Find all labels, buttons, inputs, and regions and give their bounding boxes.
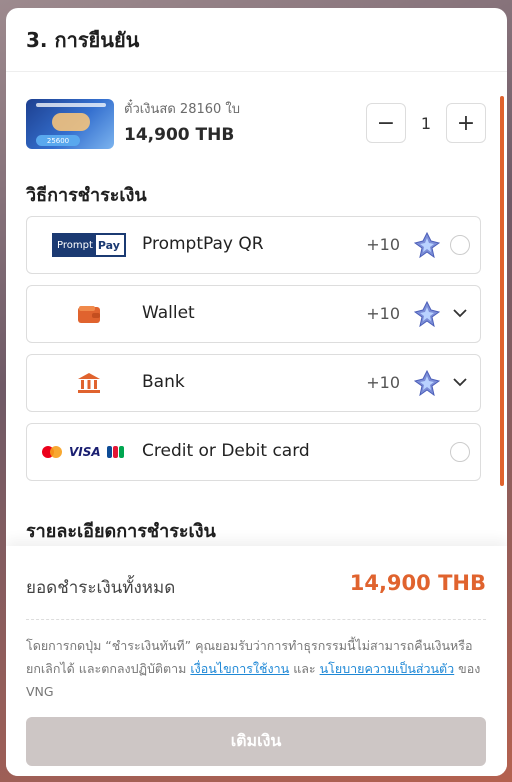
wallet-icon bbox=[41, 300, 137, 328]
thumbnail-banner bbox=[36, 103, 106, 107]
terms-of-use-link[interactable]: เงื่อนไขการใช้งาน bbox=[190, 661, 289, 676]
card-radio[interactable] bbox=[450, 442, 470, 462]
thumbnail-badge: 25600 bbox=[36, 135, 80, 146]
quantity-stepper: − 1 + bbox=[366, 103, 486, 143]
quantity-value: 1 bbox=[420, 113, 432, 133]
payment-method-title: วิธีการชำระเงิน bbox=[26, 185, 147, 206]
scrollbar[interactable] bbox=[500, 96, 504, 486]
gem-icon bbox=[414, 232, 440, 258]
bonus-points: +10 bbox=[366, 304, 400, 323]
total-label: ยอดชำระเงินทั้งหมด bbox=[26, 578, 176, 598]
card-logos: VISA bbox=[41, 438, 137, 466]
checkout-panel: 3. การยืนยัน 25600 ตั๋วเงินสด 28160 ใบ 1… bbox=[6, 8, 507, 776]
payment-option-promptpay[interactable]: Prompt Pay PromptPay QR +10 bbox=[26, 216, 481, 274]
bank-icon bbox=[41, 369, 137, 397]
gem-icon bbox=[414, 301, 440, 327]
product-name: ตั๋วเงินสด 28160 ใบ bbox=[124, 102, 241, 117]
divider bbox=[26, 619, 486, 620]
chevron-down-icon[interactable] bbox=[450, 372, 470, 392]
product-row: 25600 ตั๋วเงินสด 28160 ใบ 14,900 THB − 1… bbox=[26, 97, 486, 153]
chevron-down-icon[interactable] bbox=[450, 303, 470, 323]
gem-icon bbox=[414, 370, 440, 396]
promptpay-radio[interactable] bbox=[450, 235, 470, 255]
thumbnail-character bbox=[52, 113, 90, 131]
payment-option-wallet[interactable]: Wallet +10 bbox=[26, 285, 481, 343]
topup-button[interactable]: เติมเงิน bbox=[26, 717, 486, 766]
payment-option-label: Credit or Debit card bbox=[142, 441, 310, 461]
payment-option-label: Wallet bbox=[142, 303, 195, 323]
mastercard-icon bbox=[42, 446, 62, 458]
page-title: 3. การยืนยัน bbox=[6, 8, 507, 72]
checkout-footer: ยอดชำระเงินทั้งหมด 14,900 THB โดยการกดปุ… bbox=[6, 546, 507, 776]
visa-logo: VISA bbox=[69, 445, 101, 459]
increase-quantity-button[interactable]: + bbox=[446, 103, 486, 143]
product-thumbnail: 25600 bbox=[26, 99, 114, 149]
privacy-policy-link[interactable]: นโยบายความเป็นส่วนตัว bbox=[320, 661, 455, 676]
payment-option-bank[interactable]: Bank +10 bbox=[26, 354, 481, 412]
jcb-icon bbox=[106, 446, 124, 458]
payment-details-title: รายละเอียดการชำระเงิน bbox=[26, 521, 216, 542]
decrease-quantity-button[interactable]: − bbox=[366, 103, 406, 143]
total-value: 14,900 THB bbox=[349, 571, 486, 595]
payment-option-card[interactable]: VISA Credit or Debit card bbox=[26, 423, 481, 481]
product-price: 14,900 THB bbox=[124, 125, 235, 145]
promptpay-logo: Prompt Pay bbox=[41, 231, 137, 259]
bonus-points: +10 bbox=[366, 373, 400, 392]
payment-option-label: Bank bbox=[142, 372, 185, 392]
payment-option-label: PromptPay QR bbox=[142, 234, 264, 254]
bonus-points: +10 bbox=[366, 235, 400, 254]
terms-text: โดยการกดปุ่ม “ชำระเงินทันที” คุณยอมรับว่… bbox=[26, 638, 481, 699]
